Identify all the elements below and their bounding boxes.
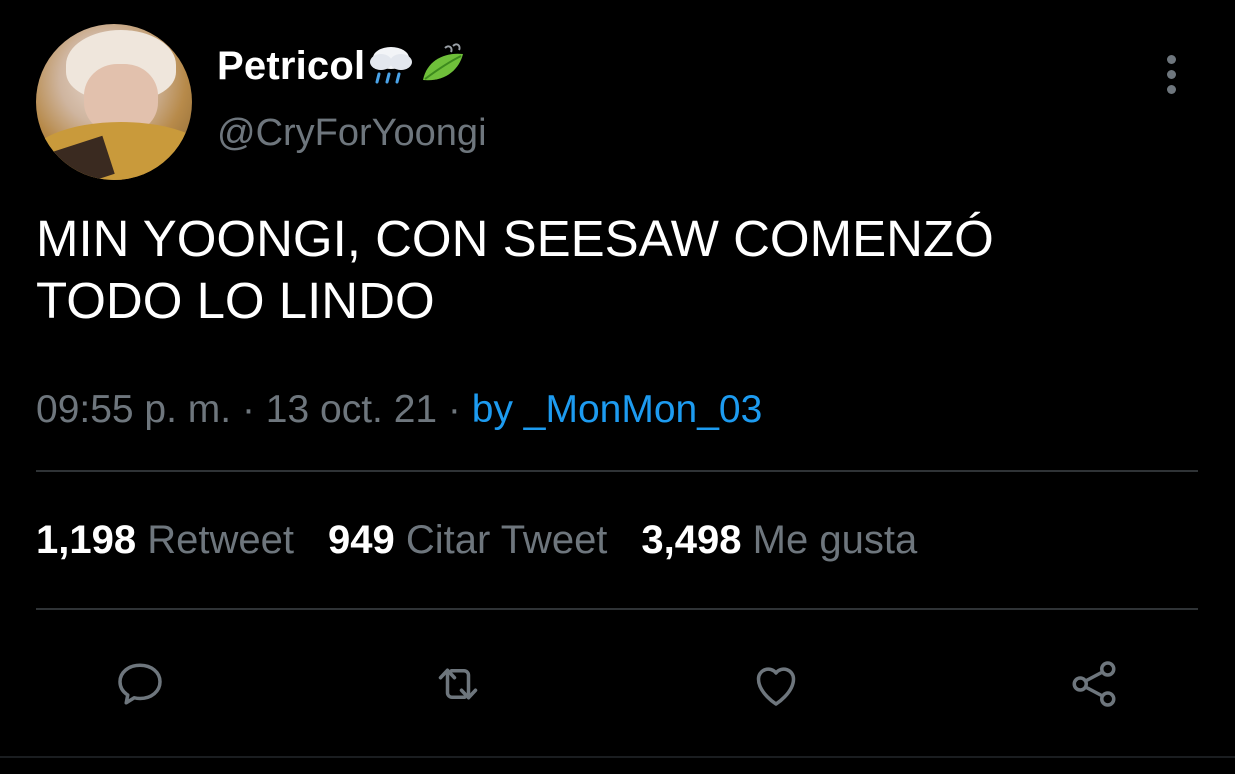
divider (36, 470, 1198, 472)
likes-count: 3,498 (641, 518, 742, 562)
quotes-stat[interactable]: 949 Citar Tweet (328, 518, 607, 563)
like-icon (756, 667, 796, 706)
tweet-source-link[interactable]: by _MonMon_03 (472, 388, 763, 431)
retweets-label: Retweet (147, 518, 294, 562)
tweet-stats: 1,198 Retweet 949 Citar Tweet 3,498 Me gus… (36, 518, 951, 563)
reply-button[interactable] (110, 654, 170, 714)
more-options-icon[interactable] (1158, 55, 1184, 95)
tweet-text: MIN YOONGI, CON SEESAW COMENZÓ TODO LO L… (36, 208, 1196, 332)
divider (36, 608, 1198, 610)
share-icon (1072, 661, 1116, 707)
like-button[interactable] (746, 654, 806, 714)
meta-separator: · (231, 388, 266, 431)
tweet-text-line2: TODO LO LINDO (36, 272, 435, 329)
rain-cloud-leaf-emoji-icon (370, 43, 464, 84)
retweet-icon (438, 668, 478, 700)
meta-separator: · (437, 388, 472, 431)
avatar[interactable] (36, 24, 192, 180)
reply-icon (118, 663, 162, 705)
bottom-divider (0, 756, 1235, 758)
retweet-button[interactable] (428, 654, 488, 714)
tweet-text-line1: MIN YOONGI, CON SEESAW COMENZÓ (36, 210, 994, 267)
likes-stat[interactable]: 3,498 Me gusta (641, 518, 917, 563)
tweet-date[interactable]: 13 oct. 21 (266, 388, 437, 431)
share-button[interactable] (1064, 654, 1124, 714)
user-handle[interactable]: @CryForYoongi (217, 112, 487, 155)
quotes-label: Citar Tweet (405, 518, 608, 562)
tweet-time[interactable]: 09:55 p. m. (36, 388, 231, 431)
quotes-count: 949 (327, 518, 395, 562)
retweets-count: 1,198 (36, 518, 137, 562)
name-emojis (367, 40, 467, 93)
display-name-row[interactable]: Petricol (217, 40, 467, 93)
likes-label: Me gusta (752, 518, 918, 562)
retweets-stat[interactable]: 1,198 Retweet (36, 518, 294, 563)
tweet-meta: 09:55 p. m. · 13 oct. 21 · by _MonMon_03 (36, 388, 762, 432)
display-name[interactable]: Petricol (217, 44, 365, 89)
